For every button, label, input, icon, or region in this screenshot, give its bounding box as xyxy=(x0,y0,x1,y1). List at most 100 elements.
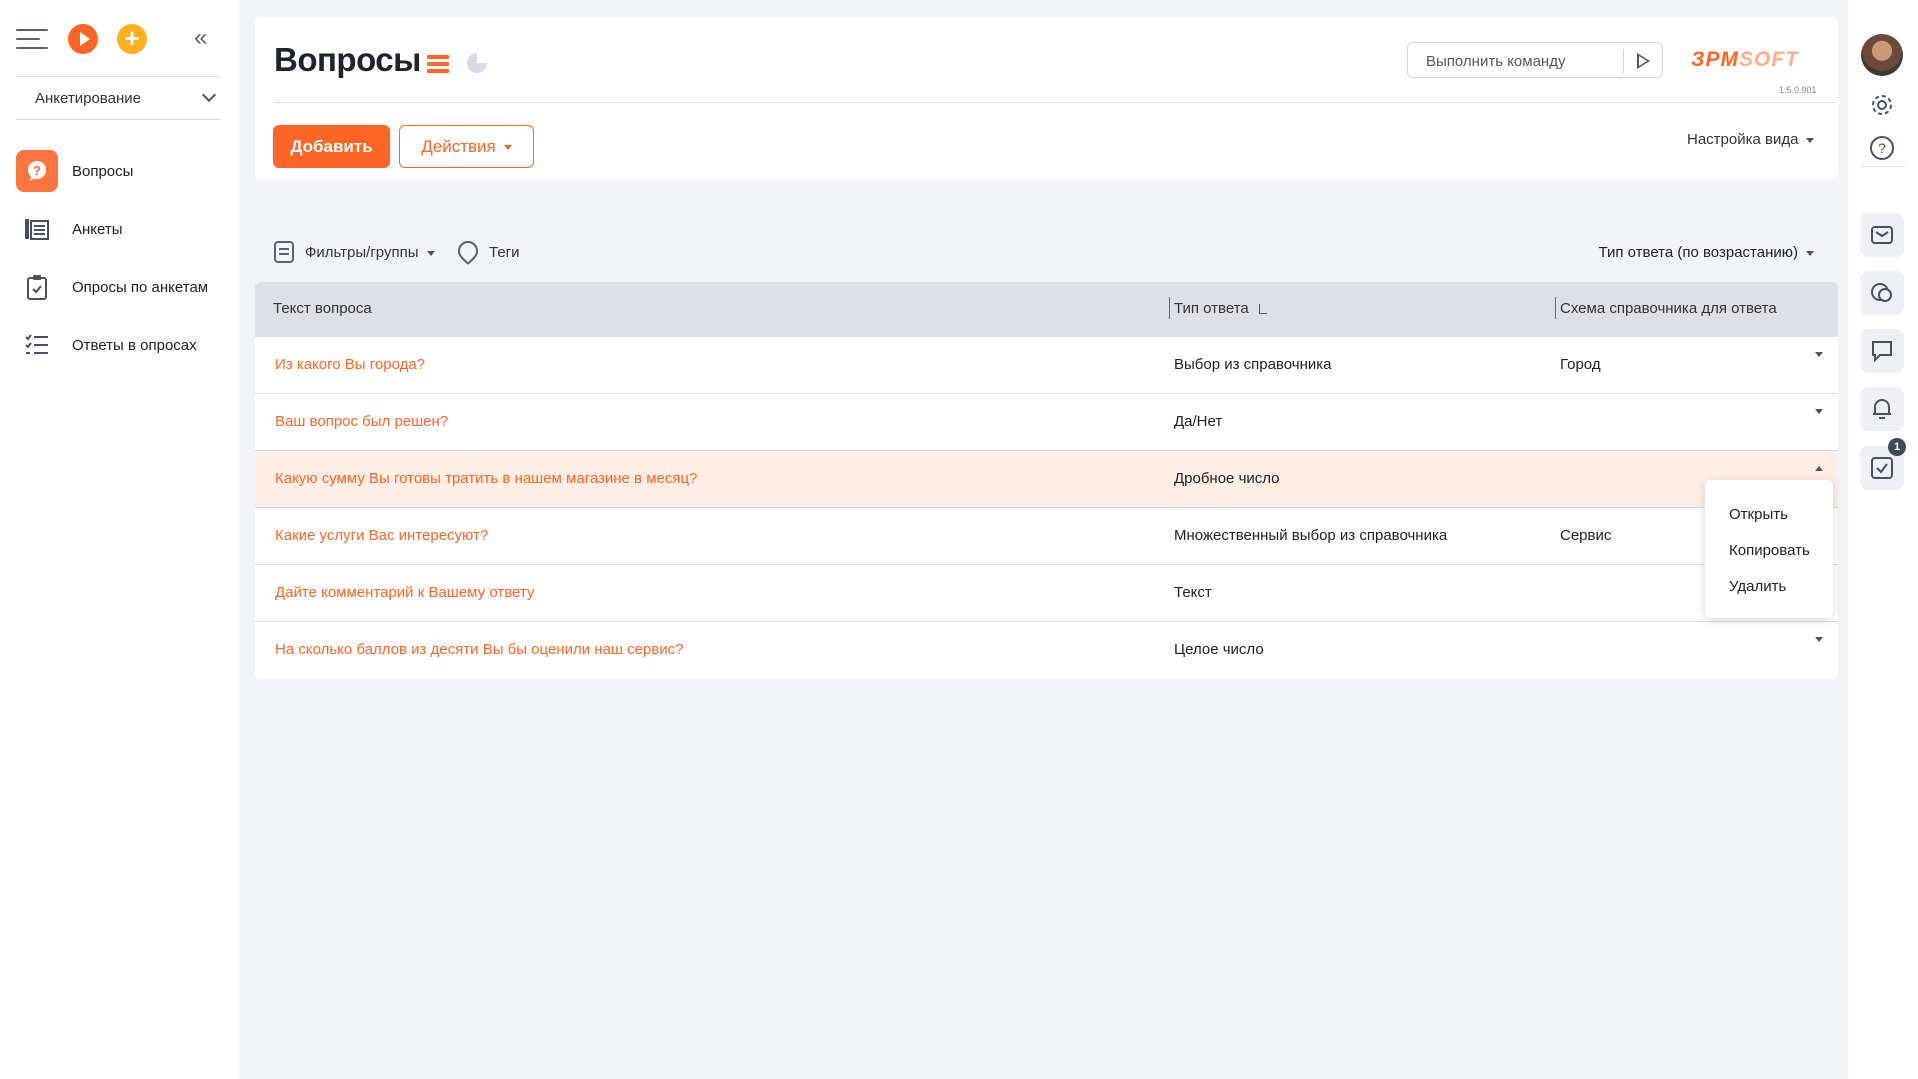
tags-button[interactable]: Теги xyxy=(489,244,520,261)
view-settings-button[interactable]: Настройка вида xyxy=(1687,131,1815,148)
list-view-icon[interactable] xyxy=(427,55,449,73)
table-row-selected[interactable]: Какую сумму Вы готовы тратить в нашем ма… xyxy=(255,451,1838,508)
column-resizer[interactable] xyxy=(1555,297,1556,319)
add-button[interactable]: Добавить xyxy=(273,125,390,168)
sidebar-item-label: Анкеты xyxy=(72,220,123,238)
column-header-answer-type[interactable]: Тип ответа xyxy=(1174,300,1267,317)
analytics-view-icon[interactable] xyxy=(467,53,487,73)
gear-icon[interactable] xyxy=(1869,92,1895,118)
chat-button[interactable] xyxy=(1860,271,1904,315)
filter-bar: Фильтры/группы Теги Тип ответа (по возра… xyxy=(255,236,1838,268)
table-row[interactable]: Ваш вопрос был решен? Да/Нет xyxy=(255,394,1838,451)
clipboard-check-icon xyxy=(16,266,58,308)
collapse-sidebar-icon[interactable]: « xyxy=(194,26,207,50)
feed-button[interactable] xyxy=(1860,329,1904,373)
page-title: Вопросы xyxy=(274,41,421,78)
user-avatar[interactable] xyxy=(1861,34,1903,76)
workspace-select[interactable]: Анкетирование xyxy=(16,76,220,120)
answer-type-cell: Дробное число xyxy=(1174,470,1280,487)
menu-item-delete[interactable]: Удалить xyxy=(1729,578,1786,595)
document-list-icon xyxy=(16,208,58,250)
workspace-select-label: Анкетирование xyxy=(35,90,141,107)
sidebar-top-bar: + « xyxy=(16,24,220,54)
logo-main: ЗPM xyxy=(1691,48,1739,71)
question-icon: ? xyxy=(16,150,58,192)
menu-item-copy[interactable]: Копировать xyxy=(1729,542,1810,559)
command-input[interactable]: Выполнить команду xyxy=(1407,42,1663,78)
lookup-schema-cell: Сервис xyxy=(1560,527,1612,544)
svg-text:?: ? xyxy=(33,163,41,178)
menu-item-open[interactable]: Открыть xyxy=(1729,506,1788,523)
answer-type-cell: Множественный выбор из справочника xyxy=(1174,527,1448,544)
task-check-icon xyxy=(1871,457,1893,479)
caret-down-icon xyxy=(1806,137,1815,143)
answer-type-cell: Текст xyxy=(1174,584,1212,601)
table-header: Текст вопроса Тип ответа Схема справочни… xyxy=(255,282,1838,337)
filters-groups-label: Фильтры/группы xyxy=(305,244,419,261)
table-row[interactable]: На сколько баллов из десяти Вы бы оценил… xyxy=(255,622,1838,679)
filter-icon[interactable] xyxy=(274,241,294,263)
tag-icon[interactable] xyxy=(453,236,483,266)
lookup-schema-cell: Город xyxy=(1560,356,1601,373)
sidebar-item-label: Ответы в опросах xyxy=(72,336,197,354)
caret-down-icon xyxy=(503,145,512,151)
caret-down-icon xyxy=(426,250,435,256)
quick-add-button[interactable]: + xyxy=(117,24,147,54)
sidebar-item-answers[interactable]: Ответы в опросах xyxy=(16,324,226,366)
question-link[interactable]: Какую сумму Вы готовы тратить в нашем ма… xyxy=(275,470,697,487)
question-link[interactable]: Из какого Вы города? xyxy=(275,356,425,373)
row-menu-icon[interactable] xyxy=(1815,637,1823,642)
email-button[interactable] xyxy=(1860,213,1904,257)
bell-icon xyxy=(1873,399,1891,419)
notifications-button[interactable] xyxy=(1860,387,1904,431)
version-label: 1.5.0.901 xyxy=(1779,85,1817,95)
command-separator xyxy=(1623,49,1624,73)
brand-logo: ЗPMSOFT xyxy=(1691,48,1799,72)
sidebar-item-label: Вопросы xyxy=(72,162,134,180)
process-run-button[interactable] xyxy=(68,24,98,54)
chat-icon xyxy=(1871,283,1892,302)
row-menu-icon[interactable] xyxy=(1815,466,1823,471)
sidebar-item-label: Опросы по анкетам xyxy=(72,278,209,296)
logo-soft: SOFT xyxy=(1739,48,1799,71)
rightbar-divider xyxy=(1861,166,1905,167)
sort-button[interactable]: Тип ответа (по возрастанию) xyxy=(1598,244,1814,261)
right-sidebar: ? 1 xyxy=(1848,0,1918,1079)
sidebar-item-questions[interactable]: ? Вопросы xyxy=(16,150,226,192)
filters-groups-button[interactable]: Фильтры/группы xyxy=(305,244,435,261)
comment-icon xyxy=(1872,341,1892,362)
run-command-icon[interactable] xyxy=(1637,53,1650,69)
sort-label: Тип ответа (по возрастанию) xyxy=(1598,244,1798,261)
sidebar-item-surveys[interactable]: Опросы по анкетам xyxy=(16,266,226,308)
sidebar-nav: ? Вопросы Анкеты Опросы по анкетам Ответ… xyxy=(16,150,226,382)
checklist-icon xyxy=(16,324,58,366)
sidebar-item-questionnaires[interactable]: Анкеты xyxy=(16,208,226,250)
row-menu-icon[interactable] xyxy=(1815,352,1823,357)
header-divider xyxy=(274,102,1836,103)
svg-text:?: ? xyxy=(1878,140,1886,156)
table-row[interactable]: Дайте комментарий к Вашему ответу Текст xyxy=(255,565,1838,622)
help-icon[interactable]: ? xyxy=(1869,135,1895,161)
question-link[interactable]: Какие услуги Вас интересуют? xyxy=(275,527,488,544)
question-link[interactable]: Ваш вопрос был решен? xyxy=(275,413,448,430)
actions-button[interactable]: Действия xyxy=(399,125,534,168)
table-row[interactable]: Какие услуги Вас интересуют? Множественн… xyxy=(255,508,1838,565)
left-sidebar: + « Анкетирование ? Вопросы Анкеты Опрос… xyxy=(0,0,239,1079)
caret-down-icon xyxy=(1806,250,1814,256)
tasks-count-badge: 1 xyxy=(1888,438,1906,456)
question-link[interactable]: Дайте комментарий к Вашему ответу xyxy=(275,584,534,601)
row-menu-icon[interactable] xyxy=(1815,409,1823,414)
table-row[interactable]: Из какого Вы города? Выбор из справочник… xyxy=(255,337,1838,394)
command-input-placeholder: Выполнить команду xyxy=(1426,53,1566,70)
menu-icon[interactable] xyxy=(16,29,48,49)
question-link[interactable]: На сколько баллов из десяти Вы бы оценил… xyxy=(275,641,683,658)
answer-type-cell: Да/Нет xyxy=(1174,413,1223,430)
actions-button-label: Действия xyxy=(421,137,496,156)
view-settings-label: Настройка вида xyxy=(1687,131,1799,148)
column-resizer[interactable] xyxy=(1169,297,1170,319)
column-header-lookup-schema[interactable]: Схема справочника для ответа xyxy=(1560,300,1777,317)
page-header: Вопросы Выполнить команду ЗPMSOFT 1.5.0.… xyxy=(255,17,1838,179)
column-header-label: Тип ответа xyxy=(1174,300,1249,317)
chevron-down-icon xyxy=(201,87,217,103)
column-header-question-text[interactable]: Текст вопроса xyxy=(273,300,372,317)
